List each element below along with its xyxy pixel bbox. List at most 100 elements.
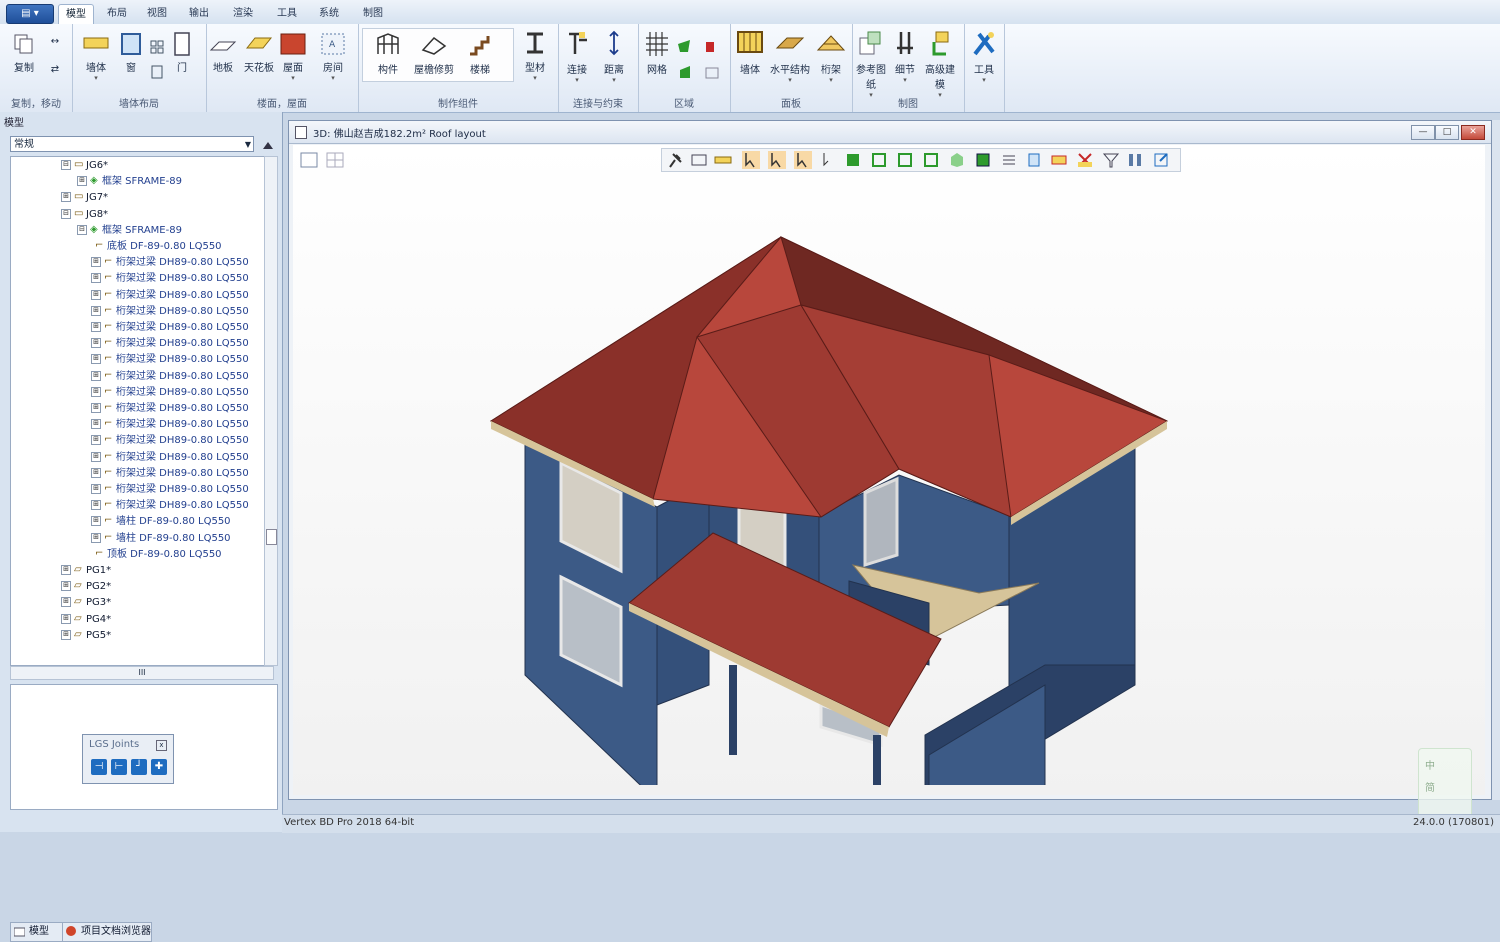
window-button[interactable]: 窗	[118, 32, 144, 74]
joint-cross-icon[interactable]: ✚	[151, 759, 167, 775]
tree-item[interactable]: ⊞ ▱ PG4*	[61, 611, 111, 627]
tree-item[interactable]: ⊞ ⌐ 桁架过梁 DH89-0.80 LQ550	[91, 481, 249, 497]
tree-item[interactable]: ⊟ ◈ 框架 SFRAME-89	[77, 222, 182, 238]
expand-icon[interactable]: ⊞	[61, 597, 71, 608]
minimize-button[interactable]: —	[1411, 125, 1435, 140]
reference-drawing-button[interactable]: 参考图纸 ▾	[854, 30, 888, 99]
tab-model-browser[interactable]: 模型	[10, 922, 64, 942]
expand-icon[interactable]: ⊞	[91, 354, 101, 365]
tree-item[interactable]: ⊞ ⌐ 桁架过梁 DH89-0.80 LQ550	[91, 351, 249, 367]
truss-button[interactable]: 桁架 ▾	[814, 30, 848, 84]
tree-item[interactable]: ⊞ ▭ JG7*	[61, 189, 108, 205]
expand-icon[interactable]: ⊞	[91, 532, 101, 543]
expand-icon[interactable]: ⊞	[77, 176, 87, 187]
tab-project-browser[interactable]: 项目文档浏览器	[62, 922, 152, 942]
view-layout-icons[interactable]	[299, 151, 349, 171]
tree-item[interactable]: ⌐ 顶板 DF-89-0.80 LQ550	[95, 546, 222, 562]
stair-button[interactable]: 楼梯	[462, 32, 498, 76]
tree-item[interactable]: ⊞ ⌐ 桁架过梁 DH89-0.80 LQ550	[91, 254, 249, 270]
distance-button[interactable]: 距离 ▾	[598, 30, 630, 84]
tab-system[interactable]: 系统	[312, 4, 346, 24]
application-menu-button[interactable]: ▤ ▾	[6, 4, 54, 24]
view-solid-icon[interactable]	[844, 151, 862, 169]
tree-item[interactable]: ⊞ ⌐ 桁架过梁 DH89-0.80 LQ550	[91, 432, 249, 448]
collapse-icon[interactable]: ⊟	[61, 160, 71, 170]
copy-view-icon[interactable]	[1026, 151, 1044, 169]
close-icon[interactable]: x	[156, 740, 167, 751]
tree-item[interactable]: ⊞ ▱ PG1*	[61, 562, 111, 578]
tree-item[interactable]: ⊞ ⌐ 桁架过梁 DH89-0.80 LQ550	[91, 287, 249, 303]
layer-icon[interactable]	[1050, 151, 1068, 169]
wall-button[interactable]: 墙体 ▾	[80, 32, 112, 82]
ruler-icon[interactable]	[714, 151, 732, 169]
expand-icon[interactable]: ⊞	[91, 322, 101, 332]
expand-icon[interactable]: ⊞	[91, 257, 101, 268]
expand-icon[interactable]: ⊞	[91, 305, 101, 316]
component-button[interactable]: 构件	[368, 32, 408, 76]
mirror-button[interactable]: ⇄	[44, 64, 66, 75]
tree-item[interactable]: ⊞ ⌐ 桁架过梁 DH89-0.80 LQ550	[91, 335, 249, 351]
house-3d-model[interactable]	[483, 225, 1203, 785]
collapse-icon[interactable]: ⊟	[61, 208, 71, 219]
expand-icon[interactable]: ⊞	[91, 273, 101, 284]
tree-item[interactable]: ⊟ ▭ JG6*	[61, 157, 108, 173]
expand-icon[interactable]: ⊞	[91, 386, 101, 397]
export-icon[interactable]	[1152, 151, 1170, 169]
expand-icon[interactable]: ⊞	[91, 403, 101, 413]
copy-button[interactable]: 复制	[10, 32, 38, 74]
joint-end-icon[interactable]: ⊣	[91, 759, 107, 775]
tree-item[interactable]: ⊞ ⌐ 桁架过梁 DH89-0.80 LQ550	[91, 319, 249, 335]
view-section-icon[interactable]	[974, 151, 992, 169]
tab-drawing[interactable]: 制图	[356, 4, 390, 24]
advanced-modeling-button[interactable]: 高级建模 ▾	[922, 30, 958, 99]
tree-item[interactable]: ⊞ ⌐ 桁架过梁 DH89-0.80 LQ550	[91, 303, 249, 319]
roof-button[interactable]: 屋面 ▾	[278, 32, 308, 82]
pin-icon[interactable]	[666, 151, 684, 169]
tab-output[interactable]: 输出	[182, 4, 216, 24]
columns-icon[interactable]	[1126, 151, 1144, 169]
tab-view[interactable]: 视图	[140, 4, 174, 24]
panel-wall-button[interactable]: 墙体	[734, 30, 766, 76]
region-tools-icon[interactable]	[676, 38, 726, 86]
list-icon[interactable]	[1000, 151, 1018, 169]
joint-corner-icon[interactable]: ┘	[131, 759, 147, 775]
measure-icon[interactable]	[690, 151, 708, 169]
door-button[interactable]: 门	[170, 32, 194, 74]
connection-button[interactable]: 连接 ▾	[562, 30, 592, 84]
tree-item[interactable]: ⊞ ⌐ 桁架过梁 DH89-0.80 LQ550	[91, 497, 249, 513]
collapse-up-icon[interactable]	[262, 140, 274, 150]
scroll-thumb[interactable]	[266, 529, 277, 545]
filter-dropdown[interactable]: 常规 ▼	[10, 136, 254, 152]
tab-layout[interactable]: 布局	[100, 4, 134, 24]
ceiling-button[interactable]: 天花板	[244, 32, 274, 74]
joint-tee-icon[interactable]: ⊢	[111, 759, 127, 775]
tree-item[interactable]: ⊞ ⌐ 墙柱 DF-89-0.80 LQ550	[91, 530, 231, 546]
expand-icon[interactable]: ⊞	[91, 435, 101, 446]
view-wire-icon[interactable]	[870, 151, 888, 169]
tree-item[interactable]: ⊞ ◈ 框架 SFRAME-89	[77, 173, 182, 189]
window-grid-icon[interactable]	[150, 40, 164, 80]
tree-item[interactable]: ⊞ ⌐ 墙柱 DF-89-0.80 LQ550	[91, 513, 231, 529]
select-icon[interactable]	[742, 151, 760, 169]
expand-icon[interactable]: ⊞	[91, 289, 101, 300]
tree-item[interactable]: ⊞ ▱ PG2*	[61, 578, 111, 594]
3d-viewport[interactable]	[293, 145, 1485, 795]
select-add-icon[interactable]	[768, 151, 786, 169]
tab-render[interactable]: 渲染	[226, 4, 260, 24]
eave-trim-button[interactable]: 屋檐修剪	[412, 32, 456, 76]
collapse-icon[interactable]: ⊟	[77, 224, 87, 235]
expand-icon[interactable]: ⊞	[91, 338, 101, 349]
expand-icon[interactable]: ⊞	[91, 500, 101, 511]
tree-item[interactable]: ⊞ ▱ PG3*	[61, 594, 111, 610]
tree-item[interactable]: ⊞ ⌐ 桁架过梁 DH89-0.80 LQ550	[91, 449, 249, 465]
expand-icon[interactable]: ⊞	[61, 565, 71, 575]
tab-tools[interactable]: 工具	[270, 4, 304, 24]
close-button[interactable]: ✕	[1461, 125, 1485, 140]
grid-button[interactable]: 网格	[642, 30, 672, 76]
view-side-icon[interactable]	[922, 151, 940, 169]
window-scrollbar[interactable]	[1492, 120, 1500, 800]
tools-button[interactable]: 工具 ▾	[968, 30, 1000, 84]
expand-icon[interactable]: ⊞	[61, 192, 71, 203]
tree-item[interactable]: ⊞ ⌐ 桁架过梁 DH89-0.80 LQ550	[91, 270, 249, 286]
room-button[interactable]: A 房间 ▾	[318, 32, 348, 82]
